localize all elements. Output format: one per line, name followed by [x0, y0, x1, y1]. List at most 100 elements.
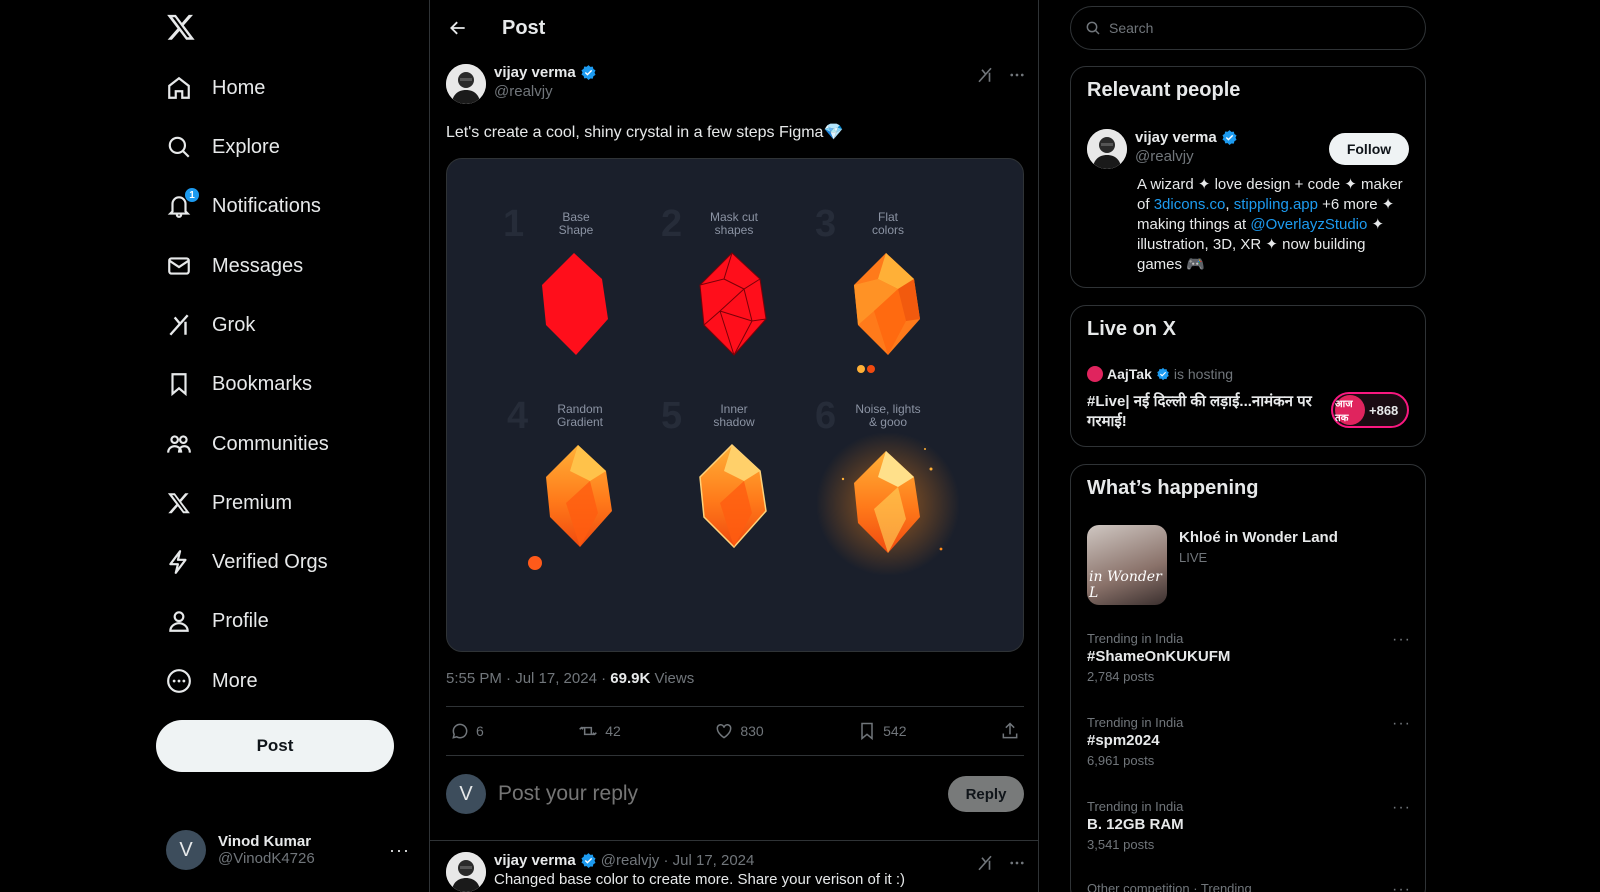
right-sidebar: Relevant people vijay verma @realvjy Fol…	[1070, 0, 1426, 892]
back-arrow-icon[interactable]	[446, 16, 470, 40]
more-icon[interactable]: ···	[389, 840, 410, 861]
follow-button[interactable]: Follow	[1329, 133, 1409, 165]
reply-count: 6	[476, 723, 484, 739]
nav-bookmarks[interactable]: Bookmarks	[166, 364, 312, 404]
search-input[interactable]	[1109, 20, 1389, 36]
nav-label: Home	[212, 76, 266, 99]
trend-count: 3,541 posts	[1087, 837, 1155, 852]
bio-link-stippling[interactable]: stippling.app	[1234, 196, 1318, 213]
crystal-flat-colors	[854, 253, 920, 373]
nav-profile[interactable]: Profile	[166, 601, 269, 641]
trend-item[interactable]: Trending in India #spm2024 6,961 posts ·…	[1087, 715, 1411, 768]
account-handle: @VinodK4726	[218, 850, 315, 867]
grok-icon	[166, 312, 192, 338]
author-avatar[interactable]	[446, 852, 486, 892]
bookmark-action[interactable]: 542	[857, 721, 907, 741]
search-icon	[166, 134, 192, 160]
search-icon	[1086, 21, 1100, 35]
trend-topic: #ShameOnKUKUFM	[1087, 648, 1231, 665]
repost-icon	[579, 726, 598, 736]
step-number: 2	[661, 203, 683, 245]
reply-tweet-meta: @realvjy · Jul 17, 2024	[600, 852, 755, 869]
nav-premium[interactable]: Premium	[166, 483, 292, 523]
repost-action[interactable]: 42	[577, 721, 621, 741]
reply-tweet[interactable]: vijay verma @realvjy · Jul 17, 2024 Chan…	[446, 852, 1026, 892]
step-cell: 5 Inner shadow	[649, 395, 819, 581]
live-host-row[interactable]: AajTak is hosting	[1087, 366, 1233, 382]
event-thumbnail: in Wonder L	[1087, 525, 1167, 605]
share-icon	[1002, 722, 1018, 739]
person-avatar[interactable]	[1087, 129, 1127, 169]
panel-title: Relevant people	[1087, 79, 1241, 101]
more-icon[interactable]: ···	[1392, 881, 1411, 892]
home-icon	[166, 75, 192, 101]
tweet-header-actions	[976, 66, 1026, 89]
reply-input[interactable]	[498, 782, 948, 806]
more-icon[interactable]	[1008, 66, 1026, 89]
author-name[interactable]: vijay verma	[494, 852, 576, 869]
nav-label: Premium	[212, 491, 293, 514]
step-number: 6	[815, 395, 837, 437]
trend-item[interactable]: Trending in India #ShameOnKUKUFM 2,784 p…	[1087, 631, 1411, 684]
live-listeners-pill[interactable]: आज तक +868	[1331, 392, 1409, 428]
nav-grok[interactable]: Grok	[166, 305, 255, 345]
thumbnail-script-text: in Wonder L	[1089, 569, 1162, 601]
reply-tweet-body: vijay verma @realvjy · Jul 17, 2024 Chan…	[494, 852, 905, 892]
panel-title: What’s happening	[1087, 477, 1259, 499]
event-name: Khloé in Wonder Land	[1179, 529, 1338, 546]
tweet-image[interactable]: 1 Base Shape 2 Mask cut shapes 3 Flat co…	[446, 158, 1024, 652]
nav-communities[interactable]: Communities	[166, 424, 329, 464]
person-row[interactable]: vijay verma @realvjy	[1087, 129, 1238, 169]
reply-tweet-header: vijay verma @realvjy · Jul 17, 2024	[494, 852, 905, 869]
trend-item[interactable]: Other competition · Trending ···	[1087, 881, 1411, 892]
step-cell: 3 Flat colors	[803, 203, 973, 379]
like-action[interactable]: 830	[714, 721, 764, 741]
person-name[interactable]: vijay verma	[1135, 129, 1217, 146]
nav-label: Communities	[212, 432, 329, 455]
author-handle[interactable]: @realvjy	[494, 83, 597, 100]
live-logo: आज तक	[1335, 395, 1365, 425]
more-icon[interactable]	[1008, 854, 1026, 877]
post-button[interactable]: Post	[156, 720, 394, 772]
nav-label: Profile	[212, 609, 269, 632]
live-headline[interactable]: #Live| नई दिल्ली की लड़ाई...नामंकन पर गर…	[1087, 392, 1319, 432]
nav-home[interactable]: Home	[166, 68, 265, 108]
step-number: 1	[503, 203, 525, 245]
author-row: vijay verma	[494, 64, 597, 81]
step-cell: 4 Random Gradient	[495, 395, 665, 581]
nav-more[interactable]: More	[166, 661, 258, 701]
nav-label: Bookmarks	[212, 372, 313, 395]
bio-link-overlayzstudio[interactable]: @OverlayzStudio	[1250, 216, 1367, 233]
person-names: vijay verma @realvjy	[1135, 129, 1238, 169]
search-bar[interactable]	[1070, 6, 1426, 50]
author-avatar[interactable]	[446, 64, 486, 104]
trend-context: Trending in India	[1087, 715, 1184, 730]
step-number: 5	[661, 395, 683, 437]
live-on-x-panel: Live on X AajTak is hosting #Live| नई दि…	[1070, 305, 1426, 447]
more-icon[interactable]: ···	[1392, 715, 1411, 733]
more-icon[interactable]: ···	[1392, 799, 1411, 817]
tweet-header: vijay verma @realvjy	[446, 64, 1026, 108]
nav-notifications[interactable]: 1 Notifications	[166, 186, 321, 226]
more-icon[interactable]: ···	[1392, 631, 1411, 649]
nav-verified-orgs[interactable]: Verified Orgs	[166, 542, 328, 582]
trend-context: Other competition · Trending	[1087, 881, 1252, 892]
trend-item[interactable]: Trending in India B. 12GB RAM 3,541 post…	[1087, 799, 1411, 852]
featured-event[interactable]: in Wonder L Khloé in Wonder Land LIVE	[1087, 525, 1338, 605]
account-switcher[interactable]: V Vinod Kumar @VinodK4726 ···	[166, 828, 410, 872]
reply-action[interactable]: 6	[450, 721, 484, 741]
reply-button[interactable]: Reply	[948, 776, 1024, 812]
nav-messages[interactable]: Messages	[166, 246, 303, 286]
nav-explore[interactable]: Explore	[166, 127, 280, 167]
account-info: Vinod Kumar @VinodK4726	[218, 833, 389, 867]
tweet-timestamp[interactable]: 5:55 PM · Jul 17, 2024 ·	[446, 670, 610, 687]
grok-icon[interactable]	[976, 66, 994, 89]
share-action[interactable]	[1000, 721, 1020, 741]
person-name-row: vijay verma	[1135, 129, 1238, 146]
x-logo-icon[interactable]	[166, 12, 196, 42]
verified-badge-icon	[1222, 130, 1237, 145]
step-number: 4	[507, 395, 529, 437]
bio-link-3dicons[interactable]: 3dicons.co	[1154, 196, 1226, 213]
grok-icon[interactable]	[976, 854, 994, 877]
author-name[interactable]: vijay verma	[494, 64, 576, 81]
